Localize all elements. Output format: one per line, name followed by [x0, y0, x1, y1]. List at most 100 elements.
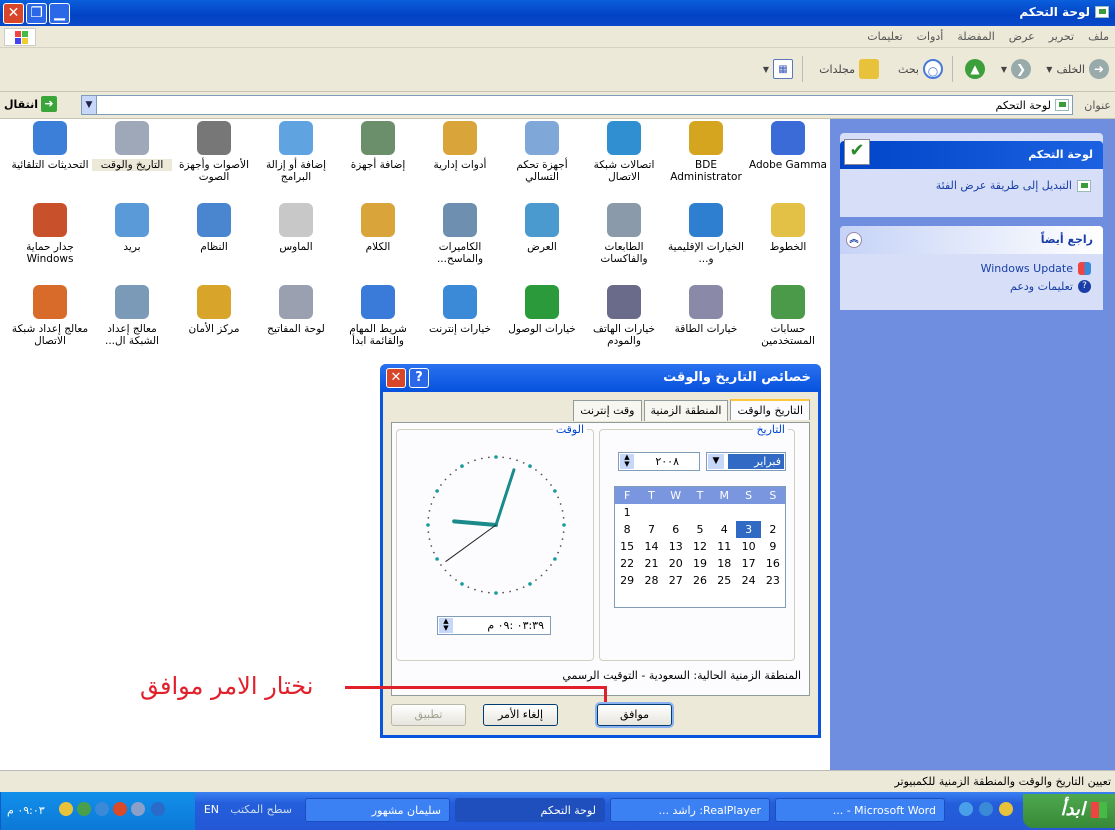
quick-launch-icon[interactable] — [959, 802, 973, 816]
menu-file[interactable]: ملف — [1088, 30, 1109, 43]
calendar-day[interactable]: 27 — [664, 572, 688, 589]
collapse-chevron-icon[interactable]: ︽ — [846, 232, 862, 248]
control-panel-item[interactable]: إضافة أجهزة — [338, 121, 418, 199]
tab-date-time[interactable]: التاريخ والوقت — [730, 399, 810, 420]
calendar-day[interactable]: 13 — [664, 538, 688, 555]
cancel-button[interactable]: إلغاء الأمر — [483, 704, 558, 726]
minimize-button[interactable]: ▁ — [49, 3, 70, 24]
dialog-help-button[interactable]: ? — [409, 368, 429, 388]
control-panel-item[interactable]: العرض — [502, 203, 582, 281]
calendar-day[interactable]: 25 — [712, 572, 736, 589]
tray-icon[interactable] — [113, 802, 127, 816]
control-panel-item[interactable]: خيارات إنترنت — [420, 285, 500, 363]
calendar-day[interactable]: 29 — [615, 572, 639, 589]
calendar-day[interactable]: 7 — [639, 521, 663, 538]
control-panel-item[interactable]: خيارات الوصول — [502, 285, 582, 363]
calendar-day[interactable]: 5 — [688, 521, 712, 538]
menu-view[interactable]: عرض — [1009, 30, 1035, 43]
control-panel-item[interactable]: الخطوط — [748, 203, 828, 281]
task-realplayer[interactable]: RealPlayer: راشد ... — [610, 798, 770, 822]
control-panel-item[interactable]: لوحة المفاتيح — [256, 285, 336, 363]
calendar-day[interactable]: 28 — [639, 572, 663, 589]
ok-button[interactable]: موافق — [597, 704, 672, 726]
control-panel-item[interactable]: إضافة أو إزالة البرامج — [256, 121, 336, 199]
control-panel-item[interactable]: Adobe Gamma — [748, 121, 828, 199]
calendar-day[interactable]: 24 — [736, 572, 760, 589]
search-button[interactable]: ○ بحث — [898, 59, 943, 79]
tab-time-zone[interactable]: المنطقة الزمنية — [643, 400, 729, 421]
menu-tools[interactable]: أدوات — [917, 30, 944, 43]
menu-edit[interactable]: تحرير — [1049, 30, 1074, 43]
calendar-day[interactable]: 3 — [736, 521, 761, 538]
calendar-day[interactable]: 12 — [688, 538, 712, 555]
control-panel-item[interactable]: أدوات إدارية — [420, 121, 500, 199]
control-panel-item[interactable]: الخيارات الإقليمية و... — [666, 203, 746, 281]
control-panel-item[interactable]: معالج إعداد الشبكة ال... — [92, 285, 172, 363]
calendar-day[interactable]: 14 — [639, 538, 663, 555]
calendar-day[interactable]: 16 — [761, 555, 785, 572]
control-panel-item[interactable]: الكاميرات والماسح... — [420, 203, 500, 281]
control-panel-item[interactable]: خيارات الطاقة — [666, 285, 746, 363]
up-folder-button[interactable]: ▲ — [965, 59, 985, 79]
calendar-day[interactable]: 10 — [736, 538, 760, 555]
control-panel-item[interactable]: أجهزة تحكم التسالي — [502, 121, 582, 199]
control-panel-item[interactable]: مركز الأمان — [174, 285, 254, 363]
calendar-day[interactable]: 1 — [615, 504, 639, 521]
calendar-day[interactable]: 6 — [664, 521, 688, 538]
back-button[interactable]: ➜ الخلف ▼ — [1046, 59, 1109, 79]
calendar-day[interactable]: 9 — [761, 538, 785, 555]
tray-icon[interactable] — [95, 802, 109, 816]
tray-icon[interactable] — [151, 802, 165, 816]
control-panel-item[interactable]: الأصوات وأجهزة الصوت — [174, 121, 254, 199]
close-button[interactable]: ✕ — [3, 3, 24, 24]
switch-to-category-view-link[interactable]: التبديل إلى طريقة عرض الفئة — [840, 169, 1103, 192]
calendar-day[interactable]: 23 — [761, 572, 785, 589]
windows-update-link[interactable]: Windows Update — [840, 254, 1103, 275]
control-panel-item[interactable]: التاريخ والوقت — [92, 121, 172, 199]
control-panel-item[interactable]: الكلام — [338, 203, 418, 281]
control-panel-item[interactable]: بريد — [92, 203, 172, 281]
calendar-day[interactable]: 21 — [639, 555, 663, 572]
go-button[interactable]: ➜ انتقال — [4, 96, 57, 112]
year-stepper[interactable]: ٢٠٠٨ ▲ ▼ — [618, 452, 700, 471]
forward-button[interactable]: ❮ ▼ — [1001, 59, 1031, 79]
control-panel-item[interactable]: BDE Administrator — [666, 121, 746, 199]
calendar-day[interactable]: 11 — [712, 538, 736, 555]
views-button[interactable]: ▦ ▼ — [763, 59, 793, 79]
calendar-day[interactable]: 19 — [688, 555, 712, 572]
apply-button[interactable]: تطبيق — [391, 704, 466, 726]
calendar-day[interactable]: 22 — [615, 555, 639, 572]
menu-help[interactable]: تعليمات — [867, 30, 902, 43]
control-panel-item[interactable]: جدار حماية Windows — [10, 203, 90, 281]
tab-internet-time[interactable]: وقت إنترنت — [573, 400, 642, 421]
menu-favorites[interactable]: المفضلة — [957, 30, 994, 43]
tray-icon[interactable] — [59, 802, 73, 816]
folders-button[interactable]: مجلدات — [819, 59, 879, 79]
address-input[interactable]: لوحة التحكم — [85, 95, 1073, 115]
control-panel-item[interactable]: حسابات المستخدمين — [748, 285, 828, 363]
task-control-panel[interactable]: لوحة التحكم — [455, 798, 605, 822]
control-panel-item[interactable]: خيارات الهاتف والمودم — [584, 285, 664, 363]
task-word[interactable]: Microsoft Word - ... — [775, 798, 945, 822]
spin-arrows-icon[interactable]: ▲ ▼ — [439, 618, 453, 633]
task-folder[interactable]: سليمان مشهور — [305, 798, 450, 822]
language-indicator[interactable]: EN — [199, 798, 227, 822]
control-panel-item[interactable]: اتصالات شبكة الاتصال — [584, 121, 664, 199]
control-panel-item[interactable]: النظام — [174, 203, 254, 281]
calendar-day[interactable]: 26 — [688, 572, 712, 589]
month-select[interactable]: فبراير ▼ — [706, 452, 786, 471]
control-panel-item[interactable]: الطابعات والفاكسات — [584, 203, 664, 281]
tray-icon[interactable] — [131, 802, 145, 816]
start-button[interactable]: ابدأ — [1023, 794, 1115, 828]
maximize-button[interactable]: ❐ — [26, 3, 47, 24]
quick-launch-icon[interactable] — [999, 802, 1013, 816]
control-panel-item[interactable]: الماوس — [256, 203, 336, 281]
control-panel-item[interactable]: معالج إعداد شبكة الاتصال — [10, 285, 90, 363]
calendar-day[interactable]: 15 — [615, 538, 639, 555]
control-panel-item[interactable]: شريط المهام والقائمة ابدأ — [338, 285, 418, 363]
tray-icon[interactable] — [77, 802, 91, 816]
dialog-close-button[interactable]: ✕ — [386, 368, 406, 388]
help-and-support-link[interactable]: ? تعليمات ودعم — [840, 275, 1103, 293]
address-dropdown-button[interactable]: ▼ — [81, 95, 97, 115]
calendar-day[interactable]: 18 — [712, 555, 736, 572]
